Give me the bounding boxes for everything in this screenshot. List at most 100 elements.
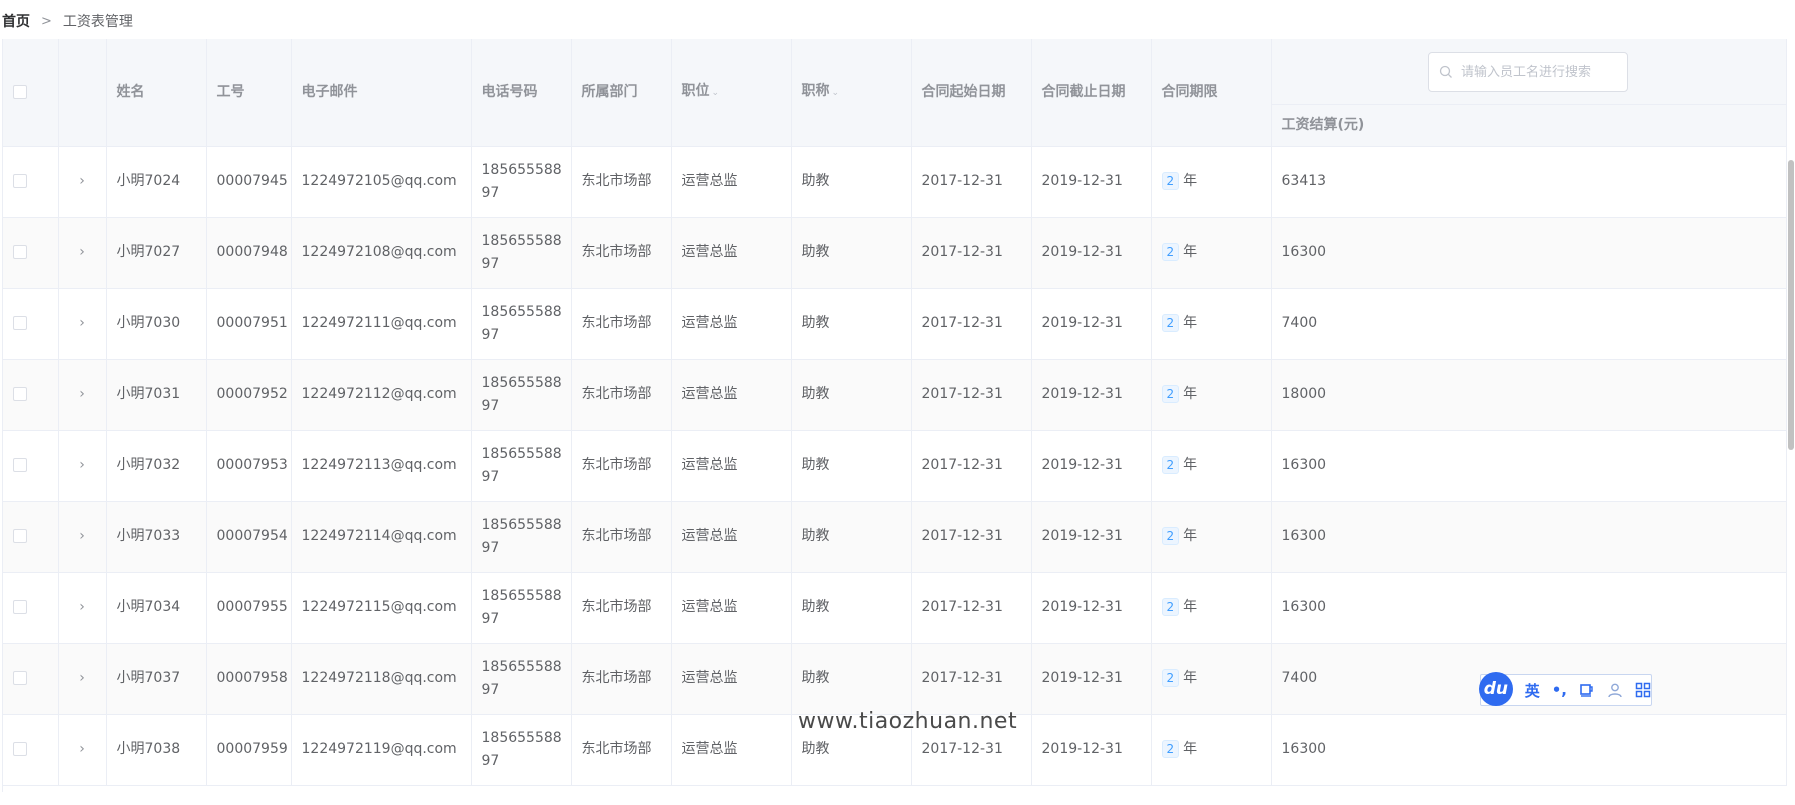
term-tag: 2 bbox=[1161, 172, 1180, 190]
row-select-cell[interactable] bbox=[3, 501, 59, 573]
search-input[interactable] bbox=[1459, 63, 1623, 81]
cell-name: 小明7032 bbox=[106, 430, 207, 502]
cell-id: 00007955 bbox=[206, 572, 292, 644]
cell-phone: 18565558897 bbox=[471, 714, 572, 786]
chevron-right-icon[interactable]: › bbox=[79, 599, 85, 615]
cell-end-date: 2019-12-31 bbox=[1031, 359, 1152, 431]
table-row[interactable]: › 小明7024 00007945 1224972105@qq.com 18565558… bbox=[3, 146, 1787, 218]
row-expand-button[interactable]: › bbox=[58, 217, 107, 289]
term-unit: 年 bbox=[1183, 315, 1198, 331]
table-row[interactable]: › 小明7027 00007948 1224972108@qq.com 18565558… bbox=[3, 217, 1787, 289]
row-checkbox[interactable] bbox=[13, 174, 27, 188]
row-checkbox[interactable] bbox=[13, 245, 27, 259]
cell-phone: 18565558897 bbox=[471, 572, 572, 644]
chevron-right-icon[interactable]: › bbox=[79, 315, 85, 331]
table-row[interactable]: › 小明7030 00007951 1224972111@qq.com 18565558… bbox=[3, 288, 1787, 360]
ime-lang-toggle[interactable]: 英 bbox=[1525, 680, 1540, 701]
chevron-right-icon[interactable]: › bbox=[79, 244, 85, 260]
term-tag: 2 bbox=[1161, 527, 1180, 545]
cell-id: 00007953 bbox=[206, 430, 292, 502]
row-checkbox[interactable] bbox=[13, 387, 27, 401]
cell-email: 1224972112@qq.com bbox=[291, 359, 472, 431]
select-all-checkbox[interactable] bbox=[13, 84, 27, 99]
sort-caret-icon[interactable]: ⌄ bbox=[712, 88, 720, 98]
cell-dept: 东北市场部 bbox=[571, 501, 672, 573]
header-title[interactable]: 职称 ⌄ bbox=[791, 39, 912, 147]
ime-punct-toggle[interactable]: •, bbox=[1552, 681, 1567, 699]
row-select-cell[interactable] bbox=[3, 359, 59, 431]
header-phone: 电话号码 bbox=[471, 39, 572, 147]
term-unit: 年 bbox=[1183, 599, 1198, 615]
table-row[interactable]: › 小明7033 00007954 1224972114@qq.com 18565558… bbox=[3, 501, 1787, 573]
row-expand-button[interactable]: › bbox=[58, 430, 107, 502]
row-select-cell[interactable] bbox=[3, 217, 59, 289]
chevron-right-icon[interactable]: › bbox=[79, 528, 85, 544]
term-unit: 年 bbox=[1183, 457, 1198, 473]
breadcrumb-home[interactable]: 首页 bbox=[2, 11, 30, 31]
cell-term: 2年 bbox=[1151, 288, 1272, 360]
header-expand bbox=[58, 39, 107, 147]
cell-position: 运营总监 bbox=[671, 146, 792, 218]
term-tag: 2 bbox=[1161, 456, 1180, 474]
row-select-cell[interactable] bbox=[3, 430, 59, 502]
cup-icon[interactable] bbox=[1579, 682, 1595, 698]
row-expand-button[interactable]: › bbox=[58, 359, 107, 431]
employee-search[interactable] bbox=[1428, 52, 1628, 92]
chevron-right-icon[interactable]: › bbox=[79, 741, 85, 757]
cell-name: 小明7033 bbox=[106, 501, 207, 573]
row-checkbox[interactable] bbox=[13, 671, 27, 685]
row-checkbox[interactable] bbox=[13, 742, 27, 756]
table-row[interactable]: › 小明7031 00007952 1224972112@qq.com 18565558… bbox=[3, 359, 1787, 431]
vertical-scrollbar[interactable] bbox=[1787, 156, 1795, 792]
user-icon[interactable] bbox=[1607, 682, 1623, 698]
row-checkbox[interactable] bbox=[13, 316, 27, 330]
sort-caret-icon[interactable]: ⌄ bbox=[832, 88, 840, 98]
term-tag: 2 bbox=[1161, 669, 1180, 687]
cell-start-date: 2017-12-31 bbox=[911, 643, 1032, 715]
baidu-ime-logo[interactable]: du bbox=[1479, 672, 1513, 706]
cell-title: 助教 bbox=[791, 146, 912, 218]
cell-email: 1224972113@qq.com bbox=[291, 430, 472, 502]
row-select-cell[interactable] bbox=[3, 288, 59, 360]
row-expand-button[interactable]: › bbox=[58, 288, 107, 360]
cell-title: 助教 bbox=[791, 430, 912, 502]
header-position[interactable]: 职位 ⌄ bbox=[671, 39, 792, 147]
cell-email: 1224972119@qq.com bbox=[291, 714, 472, 786]
ime-toolbar[interactable]: du 英 •, bbox=[1479, 672, 1652, 706]
chevron-right-icon[interactable]: › bbox=[79, 670, 85, 686]
header-id: 工号 bbox=[206, 39, 292, 147]
table-row[interactable]: › 小明7034 00007955 1224972115@qq.com 18565558… bbox=[3, 572, 1787, 644]
row-select-cell[interactable] bbox=[3, 146, 59, 218]
cell-phone: 18565558897 bbox=[471, 430, 572, 502]
row-select-cell[interactable] bbox=[3, 714, 59, 786]
cell-salary: 18000 bbox=[1271, 359, 1787, 431]
row-select-cell[interactable] bbox=[3, 643, 59, 715]
cell-id: 00007958 bbox=[206, 643, 292, 715]
term-unit: 年 bbox=[1183, 670, 1198, 686]
cell-end-date: 2019-12-31 bbox=[1031, 146, 1152, 218]
row-checkbox[interactable] bbox=[13, 600, 27, 614]
row-select-cell[interactable] bbox=[3, 572, 59, 644]
chevron-right-icon[interactable]: › bbox=[79, 386, 85, 402]
header-term: 合同期限 bbox=[1151, 39, 1272, 147]
row-expand-button[interactable]: › bbox=[58, 714, 107, 786]
header-select-all[interactable] bbox=[3, 39, 59, 147]
cell-term: 2年 bbox=[1151, 501, 1272, 573]
table-row[interactable]: › 小明7032 00007953 1224972113@qq.com 18565558… bbox=[3, 430, 1787, 502]
row-checkbox[interactable] bbox=[13, 529, 27, 543]
row-expand-button[interactable]: › bbox=[58, 501, 107, 573]
cell-title: 助教 bbox=[791, 359, 912, 431]
cell-salary: 7400 bbox=[1271, 288, 1787, 360]
cell-name: 小明7030 bbox=[106, 288, 207, 360]
row-expand-button[interactable]: › bbox=[58, 643, 107, 715]
grid-icon[interactable] bbox=[1635, 682, 1651, 698]
scrollbar-thumb[interactable] bbox=[1788, 160, 1794, 450]
row-expand-button[interactable]: › bbox=[58, 572, 107, 644]
chevron-right-icon[interactable]: › bbox=[79, 173, 85, 189]
row-checkbox[interactable] bbox=[13, 458, 27, 472]
row-expand-button[interactable]: › bbox=[58, 146, 107, 218]
cell-phone: 18565558897 bbox=[471, 501, 572, 573]
cell-name: 小明7034 bbox=[106, 572, 207, 644]
chevron-right-icon[interactable]: › bbox=[79, 457, 85, 473]
cell-dept: 东北市场部 bbox=[571, 572, 672, 644]
